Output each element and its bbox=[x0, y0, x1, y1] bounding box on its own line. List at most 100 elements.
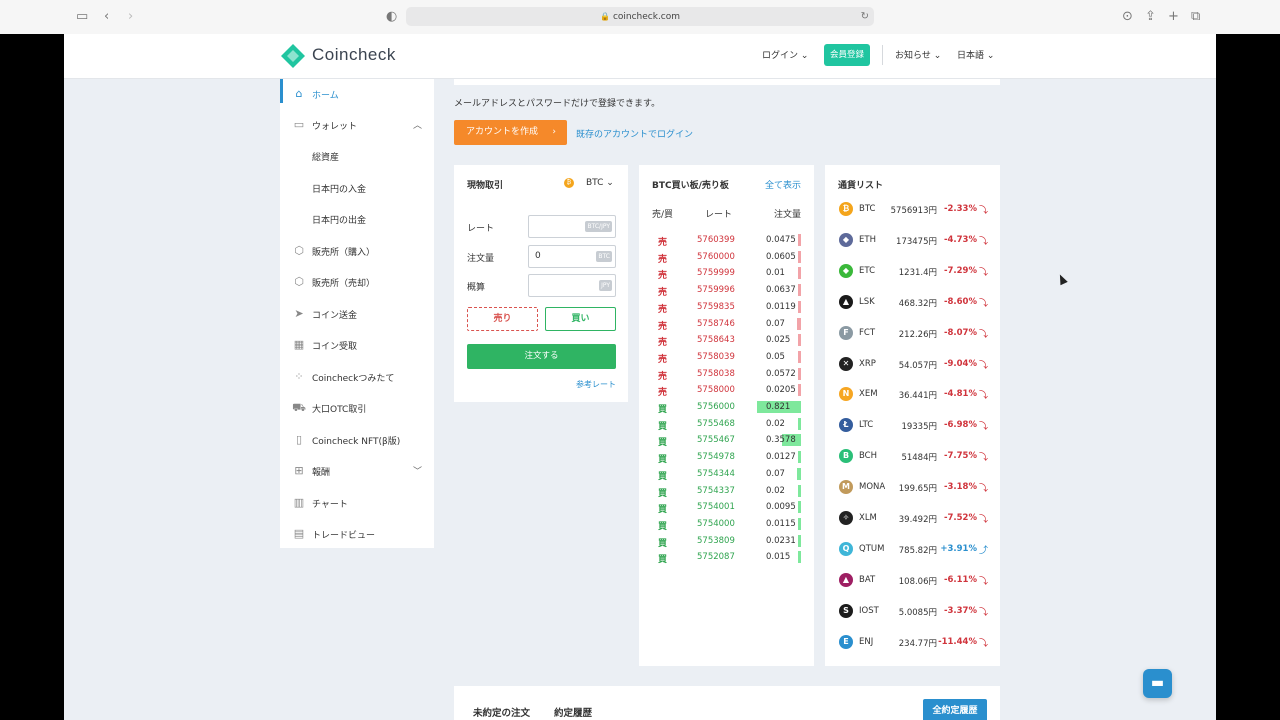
list-item[interactable]: ◆ ETC 1231.4円 -7.29% ⤵ bbox=[825, 256, 1000, 287]
qty-value: 0.0095 bbox=[766, 502, 796, 513]
pair-select[interactable]: BTC ⌄ bbox=[586, 178, 614, 188]
buy-toggle[interactable]: 買い bbox=[545, 307, 616, 331]
table-row[interactable]: 買 5754001 0.0095 bbox=[639, 499, 814, 515]
col-rate: レート bbox=[705, 210, 733, 220]
sidebar-toggle-icon[interactable]: ▭ bbox=[76, 9, 88, 25]
sidebar-item-sell[interactable]: ⬡ 販売所（売却） bbox=[280, 267, 434, 298]
list-item[interactable]: F FCT 212.26円 -8.07% ⤵ bbox=[825, 318, 1000, 349]
coin-change: -7.29% bbox=[943, 265, 977, 276]
table-row[interactable]: 売 5758746 0.07 bbox=[639, 316, 814, 332]
language-menu[interactable]: 日本語 ⌄ bbox=[957, 48, 994, 61]
truck-icon: ⛟ bbox=[292, 401, 306, 414]
list-item[interactable]: N XEM 36.441円 -4.81% ⤵ bbox=[825, 379, 1000, 410]
sidebar-item-total-assets[interactable]: 総資産 bbox=[280, 141, 434, 172]
new-tab-icon[interactable]: + bbox=[1168, 9, 1179, 25]
reference-rate-link[interactable]: 参考レート bbox=[576, 379, 616, 390]
signup-button[interactable]: 会員登録 bbox=[824, 44, 870, 66]
depth-bar bbox=[798, 517, 801, 530]
table-row[interactable]: 買 5753809 0.0231 bbox=[639, 533, 814, 549]
table-row[interactable]: 売 5758038 0.0572 bbox=[639, 366, 814, 382]
rate-value: 5760399 bbox=[697, 235, 735, 245]
sidebar-item-buy[interactable]: ⬡ 販売所（購入） bbox=[280, 236, 434, 267]
table-row[interactable]: 買 5755467 0.3578 bbox=[639, 432, 814, 448]
list-item[interactable]: ₿ BTC 5756913円 -2.33% ⤵ bbox=[825, 194, 1000, 225]
sidebar-item-nft[interactable]: ▯ Coincheck NFT(β版) bbox=[280, 425, 434, 456]
forward-icon[interactable]: › bbox=[128, 9, 133, 25]
coin-price: 54.057円 bbox=[898, 360, 937, 371]
create-account-button[interactable]: アカウントを作成 › bbox=[454, 120, 567, 145]
sell-toggle[interactable]: 売り bbox=[467, 307, 538, 331]
table-row[interactable]: 買 5754337 0.02 bbox=[639, 483, 814, 499]
login-menu[interactable]: ログイン ⌄ bbox=[762, 48, 808, 61]
table-row[interactable]: 買 5756000 0.821 bbox=[639, 399, 814, 415]
sidebar-item-rewards[interactable]: ⊞ 報酬 ﹀ bbox=[280, 456, 434, 487]
sidebar-item-home[interactable]: ⌂ ホーム bbox=[280, 79, 434, 110]
list-item[interactable]: ◆ ETH 173475円 -4.73% ⤵ bbox=[825, 225, 1000, 256]
sidebar-item-jpy-withdraw[interactable]: 日本円の出金 bbox=[280, 204, 434, 235]
gift-icon: ⊞ bbox=[294, 464, 304, 477]
all-history-button[interactable]: 全約定履歴 bbox=[923, 699, 987, 720]
download-icon[interactable]: ⊙ bbox=[1122, 9, 1133, 25]
table-row[interactable]: 売 5760399 0.0475 bbox=[639, 232, 814, 248]
sidebar-item-otc[interactable]: ⛟ 大口OTC取引 bbox=[280, 393, 434, 424]
sidebar-item-receive[interactable]: ▦ コイン受取 bbox=[280, 330, 434, 361]
side-label: 買 bbox=[658, 421, 668, 432]
table-row[interactable]: 売 5758000 0.0205 bbox=[639, 382, 814, 398]
sidebar-item-chart[interactable]: ▥ チャート bbox=[280, 488, 434, 519]
estimate-input[interactable]: JPY bbox=[528, 274, 616, 297]
share-icon[interactable]: ⇪ bbox=[1145, 9, 1156, 25]
list-item[interactable]: M MONA 199.65円 -3.18% ⤵ bbox=[825, 472, 1000, 503]
login-existing-link[interactable]: 既存のアカウントでログイン bbox=[576, 127, 693, 140]
url-bar[interactable]: 🔒 coincheck.com ↻ bbox=[406, 7, 874, 26]
sidebar-item-tradeview[interactable]: ▤ トレードビュー bbox=[280, 519, 434, 550]
rate-input[interactable]: BTC/JPY bbox=[528, 215, 616, 238]
list-item[interactable]: ▲ LSK 468.32円 -8.60% ⤵ bbox=[825, 287, 1000, 318]
table-row[interactable]: 売 5760000 0.0605 bbox=[639, 249, 814, 265]
amount-input[interactable]: 0 BTC bbox=[528, 245, 616, 268]
sidebar-item-wallet[interactable]: ▭ ウォレット ︿ bbox=[280, 110, 434, 141]
trend-down-icon: ⤵ bbox=[978, 576, 988, 587]
list-item[interactable]: B BCH 51484円 -7.75% ⤵ bbox=[825, 441, 1000, 472]
list-item[interactable]: ✧ XLM 39.492円 -7.52% ⤵ bbox=[825, 503, 1000, 534]
place-order-button[interactable]: 注文する bbox=[467, 344, 616, 369]
tab-trade-history[interactable]: 約定履歴 bbox=[554, 705, 592, 719]
tabs-overview-icon[interactable]: ⧉ bbox=[1191, 9, 1200, 25]
table-row[interactable]: 買 5755468 0.02 bbox=[639, 416, 814, 432]
show-all-link[interactable]: 全て表示 bbox=[765, 178, 801, 191]
sidebar-item-tsumitate[interactable]: ⁘ Coincheckつみたて bbox=[280, 362, 434, 393]
list-item[interactable]: Q QTUM 785.82円 +3.91% ⤴ bbox=[825, 534, 1000, 565]
table-row[interactable]: 売 5759996 0.0637 bbox=[639, 282, 814, 298]
back-icon[interactable]: ‹ bbox=[104, 9, 109, 25]
list-item[interactable]: S IOST 5.0085円 -3.37% ⤵ bbox=[825, 596, 1000, 627]
brand-name: Coincheck bbox=[312, 45, 396, 64]
shield-icon[interactable]: ◐ bbox=[386, 9, 397, 25]
bch-icon: B bbox=[839, 449, 853, 464]
table-row[interactable]: 買 5754000 0.0115 bbox=[639, 516, 814, 532]
coin-price: 5756913円 bbox=[890, 206, 937, 216]
table-row[interactable]: 買 5754344 0.07 bbox=[639, 466, 814, 482]
reload-icon[interactable]: ↻ bbox=[861, 7, 869, 26]
tab-open-orders[interactable]: 未約定の注文 bbox=[473, 705, 530, 719]
list-item[interactable]: ▲ BAT 108.06円 -6.11% ⤵ bbox=[825, 565, 1000, 596]
list-item[interactable]: Ł LTC 19335円 -6.98% ⤵ bbox=[825, 410, 1000, 441]
table-row[interactable]: 売 5758039 0.05 bbox=[639, 349, 814, 365]
table-row[interactable]: 売 5759999 0.01 bbox=[639, 265, 814, 281]
table-row[interactable]: 売 5759835 0.0119 bbox=[639, 299, 814, 315]
news-menu[interactable]: お知らせ ⌄ bbox=[895, 48, 941, 61]
list-item[interactable]: ✕ XRP 54.057円 -9.04% ⤵ bbox=[825, 349, 1000, 380]
table-row[interactable]: 売 5758643 0.025 bbox=[639, 332, 814, 348]
coin-change: -8.60% bbox=[943, 296, 977, 307]
chat-icon[interactable]: ▬ bbox=[1143, 669, 1172, 698]
sidebar-item-send[interactable]: ➤ コイン送金 bbox=[280, 299, 434, 330]
logo[interactable]: Coincheck bbox=[280, 43, 410, 69]
sidebar-item-label: コイン受取 bbox=[312, 342, 358, 352]
coin-symbol: BCH bbox=[859, 451, 878, 462]
rate-value: 5760000 bbox=[697, 251, 735, 262]
table-row[interactable]: 買 5752087 0.015 bbox=[639, 549, 814, 565]
coin-price: 199.65円 bbox=[898, 484, 937, 495]
depth-bar bbox=[798, 334, 801, 347]
sidebar-item-jpy-deposit[interactable]: 日本円の入金 bbox=[280, 173, 434, 204]
list-item[interactable]: E ENJ 234.77円 -11.44% ⤵ bbox=[825, 627, 1000, 658]
table-row[interactable]: 買 5754978 0.0127 bbox=[639, 449, 814, 465]
trend-down-icon: ⤵ bbox=[978, 422, 988, 433]
